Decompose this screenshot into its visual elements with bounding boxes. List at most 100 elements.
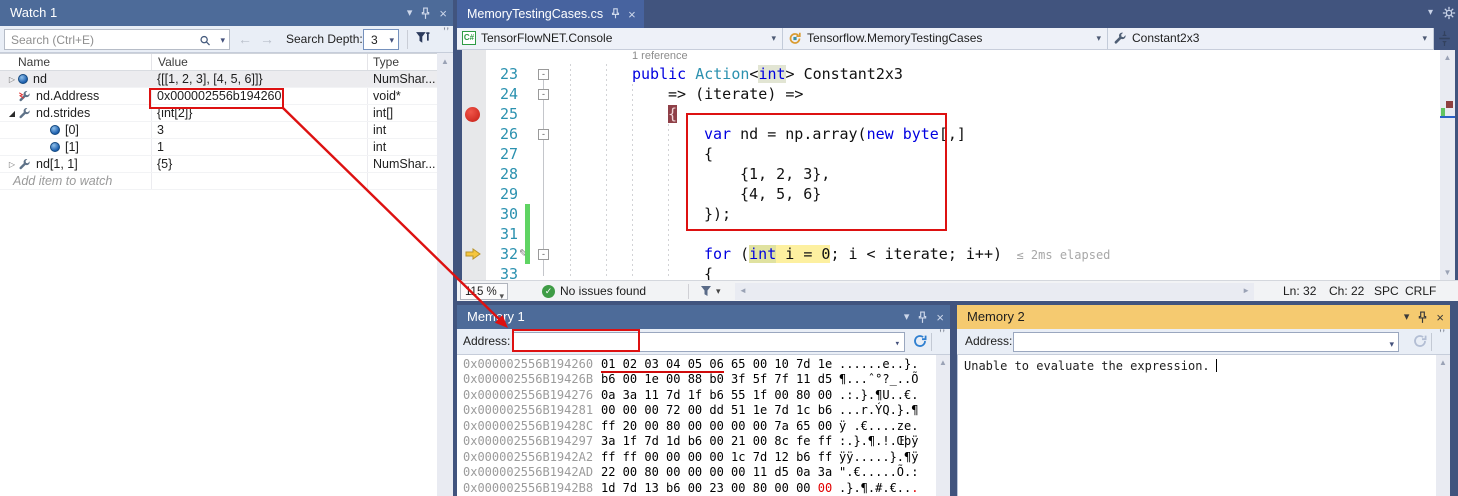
expander-icon[interactable]: ▷ xyxy=(6,160,18,169)
filter-caret-icon[interactable]: ▾ xyxy=(716,281,721,301)
fold-marker[interactable]: - xyxy=(538,69,549,80)
address-caret-icon[interactable]: ▾ xyxy=(895,335,900,353)
tab-close-icon[interactable]: × xyxy=(628,7,636,22)
expander-icon[interactable]: ▷ xyxy=(6,75,18,84)
scroll-up-icon[interactable]: ▲ xyxy=(1436,358,1450,367)
code-line[interactable]: 27{ xyxy=(462,144,1440,164)
memory-row[interactable]: 0x000002556B1942973a 1f 7d 1d b6 00 21 0… xyxy=(457,434,936,449)
pin-icon[interactable] xyxy=(1418,311,1427,324)
back-icon[interactable]: ← xyxy=(238,31,252,47)
overflow-icon[interactable]: ’’ xyxy=(1439,328,1446,340)
gear-icon[interactable] xyxy=(1442,6,1456,20)
document-well-dropdown-icon[interactable]: ▾ xyxy=(1428,7,1433,18)
code-line[interactable]: 25{ xyxy=(462,104,1440,124)
column-header-type[interactable]: Type xyxy=(368,54,437,70)
memory-row[interactable]: 0x000002556B1942AD22 00 80 00 00 00 00 1… xyxy=(457,465,936,480)
memory-row[interactable]: 0x000002556B1942B81d 7d 13 b6 00 23 00 8… xyxy=(457,481,936,496)
scroll-left-icon[interactable]: ◄ xyxy=(739,286,747,295)
member-caret-icon[interactable]: ▾ xyxy=(1422,28,1427,49)
watch-value[interactable]: 3 xyxy=(152,122,368,138)
code-editor[interactable]: 1 reference 23-public Action<int> Constan… xyxy=(462,50,1440,280)
scroll-up-icon[interactable]: ▲ xyxy=(1440,53,1455,62)
watch-row[interactable]: [1]1int xyxy=(0,139,437,156)
watch-search-box[interactable]: Search (Ctrl+E) ▾ xyxy=(4,29,230,50)
codelens-label[interactable]: 1 reference xyxy=(632,50,688,62)
scroll-down-icon[interactable]: ▼ xyxy=(1440,268,1455,277)
memory1-content[interactable]: 0x000002556B19426001 02 03 04 05 06 65 0… xyxy=(457,355,936,496)
memory2-address-input[interactable]: tensor.TensorDataPointer ▾ xyxy=(1013,332,1399,352)
refresh-icon[interactable] xyxy=(913,334,927,348)
code-line[interactable]: 31 xyxy=(462,224,1440,244)
watch-filter-icon[interactable] xyxy=(415,31,430,46)
window-position-icon[interactable]: ▾ xyxy=(904,312,910,323)
scroll-up-icon[interactable]: ▲ xyxy=(936,358,950,367)
memory-row[interactable]: 0x000002556B1942A2ff ff 00 00 00 00 1c 7… xyxy=(457,450,936,465)
code-line[interactable]: 23-public Action<int> Constant2x3 xyxy=(462,64,1440,84)
memory2-content[interactable]: Unable to evaluate the expression. xyxy=(957,355,1436,496)
editor-tab[interactable]: MemoryTestingCases.cs × xyxy=(457,0,644,28)
watch-row[interactable]: ◢nd.strides{int[2]}int[] xyxy=(0,105,437,122)
watch-titlebar[interactable]: Watch 1 ▾ × xyxy=(0,0,453,26)
watch-row[interactable]: ▷nd{[[1, 2, 3], [4, 5, 6]]}NumShar... xyxy=(0,71,437,88)
fold-marker[interactable]: - xyxy=(538,249,549,260)
issues-status[interactable]: No issues found xyxy=(560,281,646,301)
watch-value[interactable]: 0x000002556b194260 xyxy=(152,88,368,104)
code-line[interactable]: 33{ xyxy=(462,264,1440,280)
fold-marker[interactable]: - xyxy=(538,89,549,100)
watch-row[interactable]: nd.Address0x000002556b194260void* xyxy=(0,88,437,105)
split-editor-icon[interactable] xyxy=(1438,30,1451,47)
watch-value[interactable]: {[[1, 2, 3], [4, 5, 6]]} xyxy=(152,71,368,87)
code-line[interactable]: 29{4, 5, 6} xyxy=(462,184,1440,204)
memory-row[interactable]: 0x000002556B19426Bb6 00 1e 00 88 b0 3f 5… xyxy=(457,372,936,387)
breakpoint-icon[interactable] xyxy=(465,107,480,122)
search-depth-select[interactable]: 3 ▾ xyxy=(363,29,399,50)
watch-row[interactable]: [0]3int xyxy=(0,122,437,139)
close-icon[interactable]: × xyxy=(1436,311,1444,324)
code-line[interactable]: 30}); xyxy=(462,204,1440,224)
type-select[interactable]: Tensorflow.MemoryTestingCases ▾ xyxy=(783,28,1108,50)
memory-row[interactable]: 0x000002556B19426001 02 03 04 05 06 65 0… xyxy=(457,357,936,372)
memory-row[interactable]: 0x000002556B1942760a 3a 11 7d 1f b6 55 1… xyxy=(457,388,936,403)
editor-vscrollbar[interactable]: ▲ ▼ xyxy=(1440,50,1455,280)
code-line[interactable]: 28{1, 2, 3}, xyxy=(462,164,1440,184)
project-select[interactable]: C# TensorFlowNET.Console ▾ xyxy=(457,28,783,50)
watch-value[interactable]: 1 xyxy=(152,139,368,155)
watch-value[interactable]: {5} xyxy=(152,156,368,172)
watch-row[interactable]: ▷nd[1, 1]{5}NumShar... xyxy=(0,156,437,173)
watch-scrollbar[interactable]: ▲ xyxy=(437,53,453,496)
scroll-right-icon[interactable]: ► xyxy=(1242,286,1250,295)
overflow-icon[interactable]: ’’ xyxy=(939,328,946,340)
code-line[interactable]: 26-var nd = np.array(new byte[,] xyxy=(462,124,1440,144)
memory-row[interactable]: 0x000002556B19428Cff 20 00 80 00 00 00 0… xyxy=(457,419,936,434)
zoom-caret-icon[interactable]: ▾ xyxy=(499,286,504,306)
forward-icon[interactable]: → xyxy=(260,31,274,47)
close-icon[interactable]: × xyxy=(936,311,944,324)
code-line[interactable]: 24-=> (iterate) => xyxy=(462,84,1440,104)
fold-marker[interactable]: - xyxy=(538,129,549,140)
window-position-icon[interactable]: ▾ xyxy=(1404,312,1410,323)
memory-row[interactable]: 0x000002556B19428100 00 00 72 00 dd 51 1… xyxy=(457,403,936,418)
filter-icon[interactable] xyxy=(700,285,712,297)
scroll-up-icon[interactable]: ▲ xyxy=(437,57,453,66)
member-select[interactable]: Constant2x3 ▾ xyxy=(1108,28,1434,50)
search-depth-caret-icon[interactable]: ▾ xyxy=(389,35,394,46)
memory1-scrollbar[interactable]: ▲ xyxy=(936,355,950,496)
tab-pin-icon[interactable] xyxy=(611,8,620,20)
editor-hscrollbar[interactable]: ◄ ► xyxy=(735,283,1254,300)
type-caret-icon[interactable]: ▾ xyxy=(1096,28,1101,49)
column-header-name[interactable]: Name xyxy=(0,54,152,70)
zoom-select[interactable]: 115 % ▾ xyxy=(460,283,508,300)
search-icon[interactable] xyxy=(199,34,211,47)
memory2-scrollbar[interactable]: ▲ xyxy=(1436,355,1450,496)
code-line[interactable]: 32✎-for (int i = 0; i < iterate; i++) ≤ … xyxy=(462,244,1440,264)
close-icon[interactable]: × xyxy=(439,7,447,20)
column-header-value[interactable]: Value xyxy=(152,54,368,70)
address-caret-icon[interactable]: ▾ xyxy=(1389,335,1394,353)
overflow-icon[interactable]: ’’ xyxy=(443,26,450,38)
pin-icon[interactable] xyxy=(421,7,430,20)
project-caret-icon[interactable]: ▾ xyxy=(771,28,776,49)
expander-icon[interactable]: ◢ xyxy=(6,109,18,118)
window-position-icon[interactable]: ▾ xyxy=(407,8,413,19)
memory1-address-input[interactable]: 0x000002556B194260 ▾ xyxy=(513,332,905,352)
memory2-titlebar[interactable]: Memory 2 ▾ × xyxy=(957,305,1450,329)
